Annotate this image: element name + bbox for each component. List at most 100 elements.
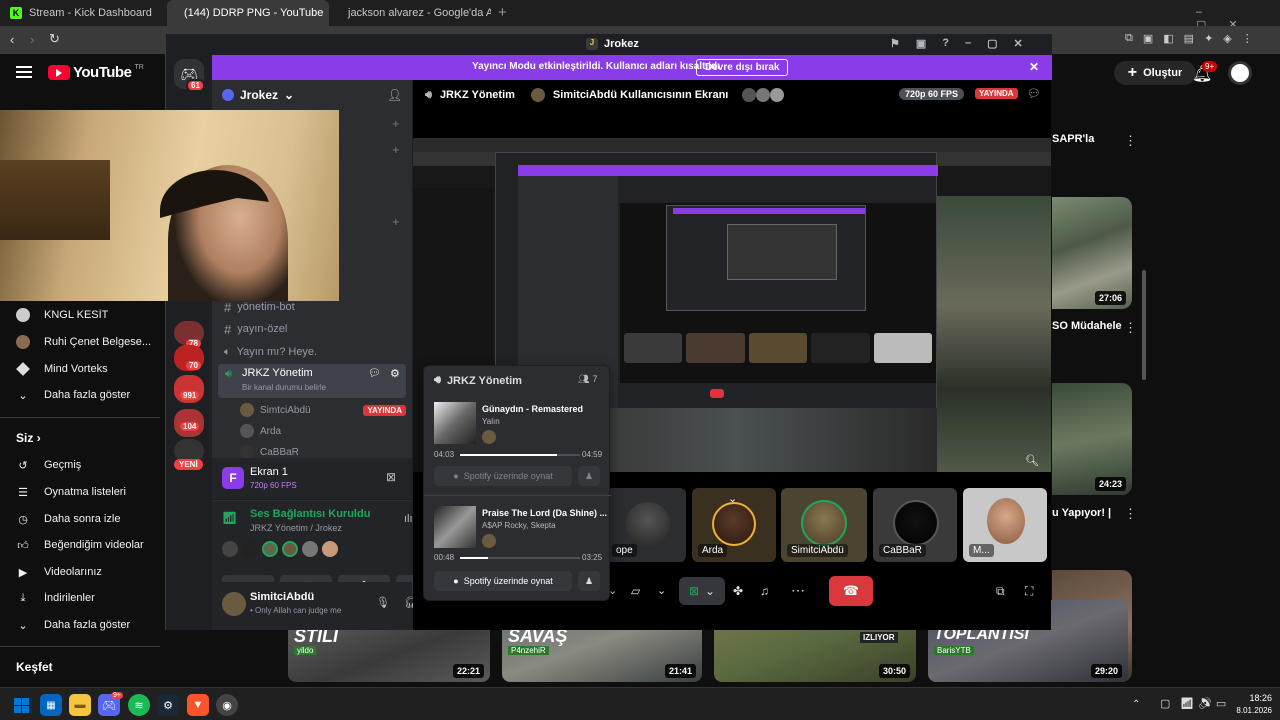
zoom-icon[interactable]: 🔍︎ [1025, 454, 1039, 467]
video-thumbnail[interactable]: 27:06 [1052, 197, 1132, 309]
track-title[interactable]: Praise The Lord (Da Shine) ... [482, 508, 607, 518]
soundboard-icon[interactable]: ♫ [760, 584, 769, 598]
video-title-partial[interactable]: SO Müdahele [1052, 320, 1122, 332]
camera-off-icon[interactable]: ▱ [631, 584, 640, 598]
chevron-down-icon[interactable]: ⌄ [657, 584, 666, 597]
voice-status-channel[interactable]: JRKZ Yönetim / Jrokez [250, 523, 342, 533]
channel-yayin-mi-heye[interactable]: 🔈︎ Yayın mı? Heye. [218, 341, 406, 363]
page-scrollbar[interactable] [1142, 270, 1146, 380]
sidebar-item-watch-later[interactable]: ◷ Daha sonra izle [16, 506, 166, 532]
mic-icon[interactable]: 🎙︎ [376, 596, 390, 609]
sidebar-item-playlists[interactable]: ☰ Oynatma listeleri [16, 479, 166, 505]
tray-app-icon[interactable]: ▢ [1160, 697, 1170, 710]
channel-yayin-ozel[interactable]: # yayın-özel [218, 318, 406, 340]
participant-tile[interactable]: ope [606, 488, 686, 562]
youtube-logo[interactable]: YouTube TR [48, 64, 144, 81]
video-title-partial[interactable]: SAPR'la [1052, 133, 1094, 145]
video-title-partial[interactable]: u Yapıyor! | [1052, 507, 1111, 519]
inbox-icon[interactable]: ▣ [916, 37, 926, 50]
clock-time[interactable]: 18:26 [1232, 693, 1272, 703]
stop-stream-icon[interactable]: ⊠ [386, 470, 396, 484]
sidebar-item-kngl-kesit[interactable]: KNGL KESİT [16, 302, 166, 328]
disable-streamer-mode-button[interactable]: Devre dışı bırak [696, 59, 789, 76]
video-thumbnail[interactable]: 24:23 [1052, 383, 1132, 495]
puzzle-icon[interactable]: ⧉ [1125, 32, 1133, 48]
tab-icon[interactable]: ▣ [1143, 32, 1153, 48]
add-channel-icon[interactable]: + [392, 116, 400, 131]
user-avatar[interactable] [222, 592, 246, 616]
participant-tile[interactable]: SimitciAbdü [781, 488, 867, 562]
more-options-icon[interactable]: ⋯ [791, 582, 805, 599]
sidebar-you-header[interactable]: Siz › [16, 431, 41, 445]
steam-taskbar-icon[interactable]: ⚙ [157, 694, 179, 716]
sidebar-item-liked[interactable]: 👍︎ Beğendiğim videolar [16, 532, 166, 558]
new-tab-button[interactable]: + [498, 4, 507, 21]
add-channel-icon[interactable]: + [392, 142, 400, 157]
maximize-icon[interactable]: ▢ [987, 37, 997, 50]
add-member-icon[interactable]: 👤︎ [387, 88, 402, 102]
shield-icon[interactable]: ◈ [1223, 32, 1231, 48]
clock-date[interactable]: 8.01.2026 [1226, 706, 1272, 715]
show-more-subscriptions[interactable]: ⌄ Daha fazla göster [16, 382, 166, 408]
voice-user[interactable]: SimtciAbdü YAYINDA [240, 400, 406, 420]
play-on-spotify-button[interactable]: ● Spotify üzerinde oynat [434, 571, 572, 591]
play-on-spotify-button[interactable]: ● Spotify üzerinde oynat [434, 466, 572, 486]
brave-taskbar-icon[interactable]: ▼ [187, 694, 209, 716]
show-more-you[interactable]: ⌄ Daha fazla göster [16, 612, 166, 638]
stream-card[interactable]: F Ekran 1 720p 60 FPS ⊠ [212, 458, 412, 500]
tray-chevron-icon[interactable]: ⌃ [1132, 699, 1140, 710]
create-button[interactable]: + Oluştur [1114, 61, 1196, 85]
server-header[interactable]: Jrokez ⌄ [222, 88, 294, 102]
participant-tile[interactable]: CaBBaR [873, 488, 957, 562]
browser-tab-kick[interactable]: K Stream - Kick Dashboard [0, 0, 165, 26]
sidebar-item-mind-vorteks[interactable]: Mind Vorteks [16, 356, 166, 382]
voice-user[interactable]: Arda [240, 421, 406, 441]
track-title[interactable]: Günaydın - Remastered [482, 404, 583, 414]
flag-icon[interactable]: ⚑ [890, 37, 900, 50]
video-menu-icon[interactable]: ⋮ [1124, 320, 1137, 336]
wallet-icon[interactable]: ▤ [1184, 32, 1194, 48]
close-icon[interactable]: ✕ [1014, 37, 1023, 50]
chat-icon[interactable]: 💬︎ [1027, 87, 1041, 100]
windows-start-icon[interactable] [10, 694, 32, 716]
sidebar-item-ruhi-cenet[interactable]: Ruhi Çenet Belgese... [16, 329, 166, 355]
sidebar-icon[interactable]: ◧ [1163, 32, 1173, 48]
file-explorer-icon[interactable]: ▬ [69, 694, 91, 716]
activity-icon[interactable]: ✤ [733, 584, 743, 598]
sidebar-item-your-videos[interactable]: ▶ Videolarınız [16, 559, 166, 585]
noise-suppression-icon[interactable]: ılı [404, 513, 413, 525]
tray-network-volume-battery[interactable]: 📶︎🔊︎▭ [1180, 697, 1230, 710]
microsoft-store-icon[interactable]: ▦ [40, 694, 62, 716]
add-channel-icon[interactable]: + [392, 214, 400, 229]
forward-icon[interactable]: › [30, 32, 34, 47]
help-icon[interactable]: ? [942, 37, 949, 50]
browser-tab-youtube[interactable]: (144) DDRP PNG - YouTube ✕ [167, 0, 329, 26]
account-avatar[interactable] [1228, 61, 1252, 85]
voice-status-title[interactable]: Ses Bağlantısı Kuruldu [250, 508, 370, 520]
participant-tile[interactable]: M... [963, 488, 1047, 562]
user-name[interactable]: SimitciAbdü [250, 591, 314, 603]
participant-tile[interactable]: ⌄ Arda [692, 488, 776, 562]
video-menu-icon[interactable]: ⋮ [1124, 133, 1137, 149]
spotify-taskbar-icon[interactable]: ≋ [128, 694, 150, 716]
browser-tab-google[interactable]: jackson alvarez - Google'da Ara ✕ [331, 0, 491, 26]
ai-icon[interactable]: ✦ [1204, 32, 1213, 48]
hamburger-menu-icon[interactable] [16, 66, 32, 78]
screen-share-button[interactable]: ⊠ ⌄ [679, 577, 725, 605]
listen-along-button[interactable]: ♟ [578, 466, 600, 486]
channel-jrkz-yonetim[interactable]: 🔊︎ JRKZ Yönetim Bir kanal durumu belirle… [218, 364, 406, 398]
back-icon[interactable]: ‹ [10, 32, 14, 47]
menu-icon[interactable]: ⋮ [1242, 32, 1253, 48]
close-banner-icon[interactable]: ✕ [1029, 60, 1039, 74]
browser-extensions[interactable]: ⧉ ▣ ◧ ▤ ✦ ◈ ⋮ [1125, 32, 1265, 48]
sidebar-item-history[interactable]: ↺ Geçmiş [16, 452, 166, 478]
video-menu-icon[interactable]: ⋮ [1124, 506, 1137, 522]
obs-taskbar-icon[interactable]: ◉ [216, 694, 238, 716]
sidebar-item-downloads[interactable]: ⤓ İndirilenler [16, 585, 166, 611]
chat-icon[interactable]: 💬︎ [368, 368, 381, 379]
minimize-icon[interactable]: – [965, 37, 971, 50]
popout-icon[interactable]: ⧉ [996, 584, 1005, 599]
settings-icon[interactable]: ⚙ [390, 367, 400, 380]
listen-along-button[interactable]: ♟ [578, 571, 600, 591]
reload-icon[interactable]: ↻ [49, 31, 60, 47]
